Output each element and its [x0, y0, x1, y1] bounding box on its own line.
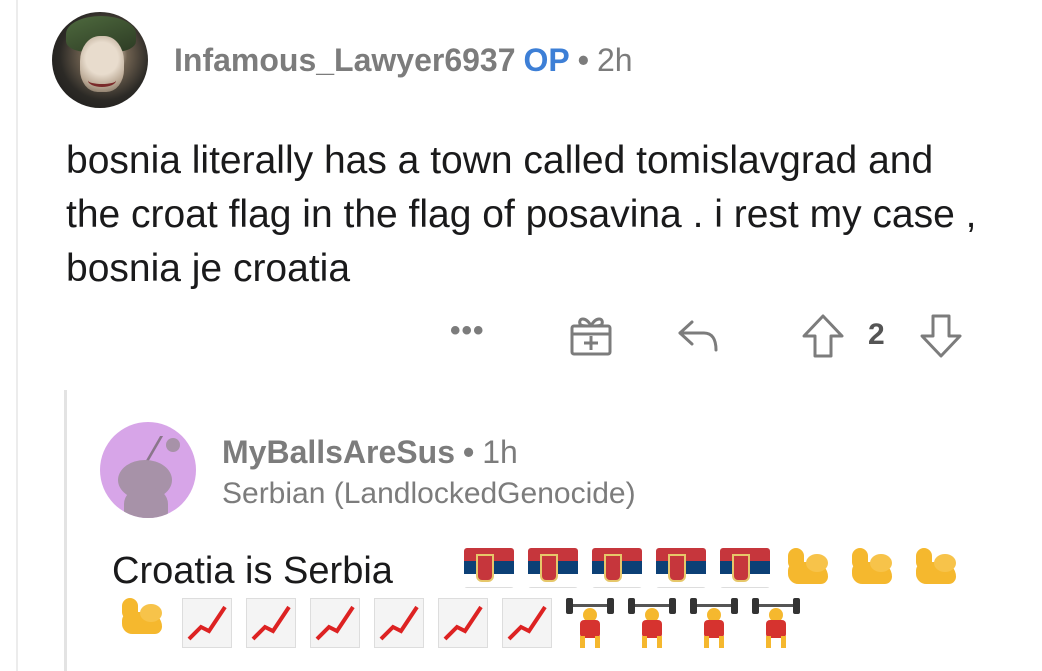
snoo-body [124, 488, 168, 518]
chart-increasing-icon [246, 598, 296, 648]
flexed-biceps-icon [912, 548, 962, 594]
gift-icon [570, 317, 612, 356]
username[interactable]: Infamous_Lawyer6937 [174, 42, 516, 79]
weight-lifter-icon [566, 598, 614, 650]
upvote-button[interactable] [800, 312, 846, 360]
comment-header: Infamous_Lawyer6937 OP • 2h [52, 12, 1012, 108]
emoji-row-2 [118, 598, 800, 650]
chart-increasing-icon [438, 598, 488, 648]
reply-author-line: MyBallsAreSus • 1h [222, 434, 636, 471]
reply-comment: MyBallsAreSus • 1h Serbian (LandlockedGe… [100, 422, 636, 518]
weight-lifter-icon [628, 598, 676, 650]
comment-actions: ••• 2 [440, 312, 980, 362]
separator-dot: • [577, 41, 589, 78]
award-button[interactable] [568, 312, 614, 358]
vote-score: 2 [868, 318, 885, 351]
reply-button[interactable] [676, 316, 720, 356]
chart-increasing-icon [374, 598, 424, 648]
emoji-row-1 [464, 548, 962, 594]
user-avatar[interactable] [52, 12, 148, 108]
serbia-flag-icon [528, 548, 578, 588]
parent-comment: Infamous_Lawyer6937 OP • 2h [52, 12, 1012, 108]
serbia-flag-icon [656, 548, 706, 588]
downvote-button[interactable] [918, 312, 964, 360]
snoo-antenna-ball [166, 438, 180, 452]
thread-line[interactable] [64, 390, 67, 671]
reply-meta: MyBallsAreSus • 1h Serbian (LandlockedGe… [222, 434, 636, 511]
reply-avatar[interactable] [100, 422, 196, 518]
flexed-biceps-icon [848, 548, 898, 594]
upvote-arrow-icon [802, 314, 844, 358]
chart-increasing-icon [502, 598, 552, 648]
flexed-biceps-icon [784, 548, 834, 594]
chart-increasing-icon [310, 598, 360, 648]
chart-increasing-icon [182, 598, 232, 648]
reply-username[interactable]: MyBallsAreSus [222, 434, 455, 471]
avatar-smile [88, 74, 116, 87]
reply-icon [678, 320, 718, 352]
comment-body: bosnia literally has a town called tomis… [66, 139, 977, 290]
reply-header: MyBallsAreSus • 1h Serbian (LandlockedGe… [100, 422, 636, 518]
reply-time: 1h [482, 433, 518, 470]
serbia-flag-icon [592, 548, 642, 588]
serbia-flag-icon [720, 548, 770, 588]
left-border [16, 0, 18, 671]
comment-time: 2h [596, 41, 633, 78]
more-options-button[interactable]: ••• [450, 314, 485, 348]
separator-dot: • [462, 433, 475, 470]
serbia-flag-icon [464, 548, 514, 588]
op-badge: OP [523, 41, 570, 78]
user-flair: Serbian (LandlockedGenocide) [222, 476, 636, 510]
weight-lifter-icon [752, 598, 800, 650]
weight-lifter-icon [690, 598, 738, 650]
flexed-biceps-icon [118, 598, 168, 644]
downvote-arrow-icon [920, 314, 962, 358]
author-line: Infamous_Lawyer6937 OP • 2h [174, 42, 633, 79]
